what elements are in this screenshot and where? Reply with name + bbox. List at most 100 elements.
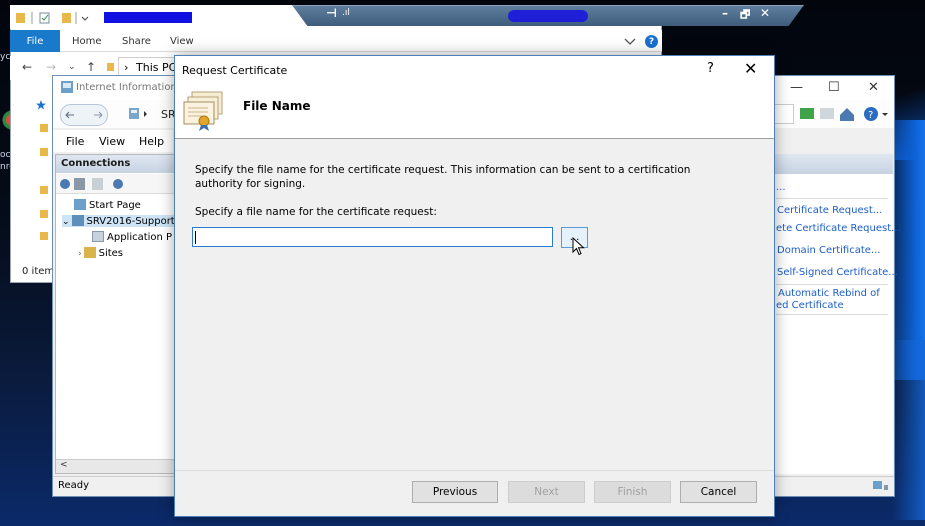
action-ellipsis[interactable]: ... [776, 182, 786, 193]
finish-button[interactable]: Finish [594, 481, 671, 503]
text-caret [195, 231, 196, 244]
forward-arrow-icon[interactable]: → [46, 60, 56, 74]
network-status-icon [873, 481, 888, 490]
tree-item-server[interactable]: ⌄ SRV2016-Support [62, 215, 175, 227]
desktop-icon-label: oc [0, 150, 11, 160]
dialog-title: Request Certificate [182, 64, 288, 77]
connections-hscroll[interactable]: < [56, 459, 174, 473]
action-create-certificate-request[interactable]: Certificate Request... [777, 205, 882, 216]
action-create-self-signed-certificate[interactable]: Self-Signed Certificate... [777, 267, 898, 278]
action-automatic-rebind-line2[interactable]: ed Certificate [776, 300, 844, 311]
restore-icon[interactable]: 🗗 [740, 6, 750, 25]
scroll-left-icon[interactable]: < [60, 460, 68, 470]
minimize-icon[interactable]: – [722, 6, 728, 20]
start-page-icon [74, 199, 86, 210]
svg-text:?: ? [868, 110, 873, 121]
add-icon [92, 178, 103, 190]
certificate-icon [183, 91, 223, 131]
address-server-icon [129, 108, 147, 119]
connect-icon [60, 179, 70, 189]
action-automatic-rebind[interactable]: Automatic Rebind of [778, 288, 880, 299]
menu-file[interactable]: File [66, 135, 84, 148]
signal-icon: .ıl [342, 8, 350, 18]
redacted-host [508, 10, 588, 22]
tab-home[interactable]: Home [72, 36, 102, 47]
desktop-icon-label: yc [0, 52, 11, 62]
properties-icon [39, 12, 50, 24]
actions-divider [776, 314, 888, 315]
check-icon [41, 14, 49, 21]
chevron-down-icon [81, 16, 89, 21]
remove-connection-icon [113, 179, 123, 189]
back-arrow-icon[interactable]: ← [22, 60, 32, 74]
help-icon[interactable]: ? [707, 61, 714, 76]
dialog-description: Specify the file name for the certificat… [195, 164, 691, 190]
nav-pane-folders[interactable] [40, 124, 50, 244]
tree-item-label: Sites [98, 248, 124, 259]
minimize-icon[interactable]: — [790, 80, 803, 95]
chevron-down-icon [882, 113, 888, 116]
dialog-step-title: File Name [243, 99, 311, 113]
previous-button[interactable]: Previous [412, 481, 498, 503]
actions-divider [776, 284, 888, 285]
actions-divider [776, 198, 888, 199]
dialog-footer-divider [175, 470, 774, 471]
tree-item-start-page[interactable]: Start Page [74, 199, 141, 211]
connections-header: Connections [56, 155, 174, 173]
quick-access-star-icon[interactable] [36, 100, 46, 110]
next-button[interactable]: Next [508, 481, 585, 503]
iis-address-end[interactable] [774, 104, 794, 124]
tree-item-label: Start Page [89, 200, 141, 211]
file-name-label: Specify a file name for the certificate … [195, 206, 437, 218]
server-icon [71, 215, 84, 226]
close-icon[interactable]: ✕ [868, 80, 879, 95]
up-arrow-icon[interactable]: ↑ [86, 60, 96, 74]
mouse-cursor-icon [572, 237, 585, 256]
save-icon [74, 178, 85, 190]
folder-icon [16, 13, 25, 23]
chevron-down-icon[interactable] [624, 37, 636, 47]
menu-help[interactable]: Help [139, 135, 164, 148]
ribbon [10, 30, 662, 52]
item-count: 0 item [22, 266, 55, 277]
actions-header [772, 154, 893, 174]
redacted-title [104, 12, 192, 23]
windows-logo-glow [892, 340, 925, 520]
pin-icon[interactable]: ⊣ [326, 6, 337, 20]
close-icon[interactable]: ✕ [760, 6, 770, 20]
iis-window-title: Internet Information [76, 82, 177, 93]
go-icon [800, 108, 814, 119]
home-icon [840, 108, 854, 121]
new-folder-icon [62, 13, 71, 23]
application-pool-icon [92, 231, 104, 242]
close-icon[interactable]: ✕ [744, 59, 757, 78]
tab-file[interactable]: File [10, 30, 60, 52]
quick-access-toolbar[interactable] [16, 12, 96, 24]
folder-icon [107, 63, 114, 71]
sites-folder-icon [83, 247, 96, 258]
breadcrumb-separator: › [124, 61, 129, 74]
stop-icon [820, 108, 834, 119]
tab-view[interactable]: View [170, 36, 194, 47]
cancel-button[interactable]: Cancel [680, 481, 757, 503]
tab-share[interactable]: Share [122, 36, 151, 47]
tree-item-sites[interactable]: › Sites [78, 247, 123, 259]
help-icon[interactable]: ? [645, 35, 658, 48]
tree-item-label: Application P [107, 232, 173, 243]
recent-dropdown-icon[interactable]: ⌄ [68, 62, 76, 72]
maximize-icon[interactable]: ☐ [828, 80, 840, 95]
action-create-domain-certificate[interactable]: Domain Certificate... [777, 245, 880, 256]
address-text[interactable]: This PC [136, 61, 176, 74]
iis-back-forward[interactable] [60, 104, 108, 126]
tree-item-label: SRV2016-Support [86, 216, 175, 227]
status-text: Ready [58, 480, 90, 491]
iis-toolbar-icons[interactable]: ? [798, 105, 892, 123]
chevron-right-icon: › [78, 249, 82, 259]
chevron-down-icon: ⌄ [62, 217, 70, 227]
connections-toolbar [56, 174, 174, 194]
file-name-input[interactable] [192, 227, 553, 247]
menu-view[interactable]: View [99, 135, 125, 148]
tree-item-application-pools[interactable]: Application P [92, 231, 172, 243]
action-complete-certificate-request[interactable]: ete Certificate Request... [776, 223, 901, 234]
iis-app-icon [61, 81, 73, 93]
